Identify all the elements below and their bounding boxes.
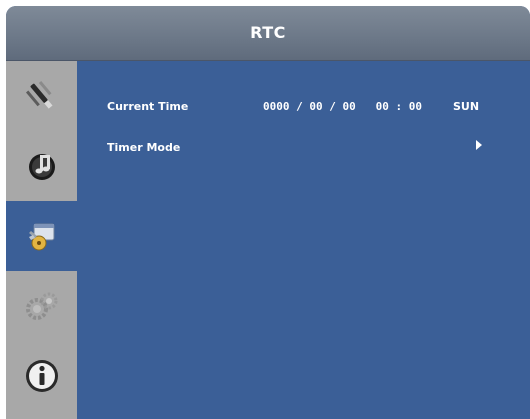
rtc-osd-window: RTC Current Time 0000 / 00 / 00 00: 00 … (6, 6, 530, 419)
sidebar-item-picture[interactable] (6, 61, 77, 131)
timer-mode-arrow-icon[interactable] (476, 140, 482, 150)
timer-mode-label[interactable]: Timer Mode (107, 141, 180, 154)
sidebar-item-rtc[interactable] (6, 201, 77, 271)
rtc-content: Current Time 0000 / 00 / 00 00 : 00 SUN … (77, 61, 530, 419)
settings-clock-icon (28, 223, 54, 251)
current-time-label: Current Time (107, 100, 189, 113)
current-time-value[interactable]: 0000 / 00 / 00 00 : 00 (263, 100, 422, 113)
sidebar-item-audio[interactable] (6, 131, 77, 201)
weekday-value: SUN (453, 100, 480, 113)
title-bar: RTC (6, 6, 530, 61)
sidebar-item-info[interactable] (6, 341, 77, 411)
page-title: RTC (250, 23, 286, 42)
info-icon (25, 360, 58, 392)
picture-tools-icon (25, 81, 53, 109)
sidebar-item-setup[interactable] (6, 271, 77, 341)
sidebar (6, 61, 77, 419)
music-note-icon (28, 154, 55, 180)
gears-icon (25, 292, 57, 320)
